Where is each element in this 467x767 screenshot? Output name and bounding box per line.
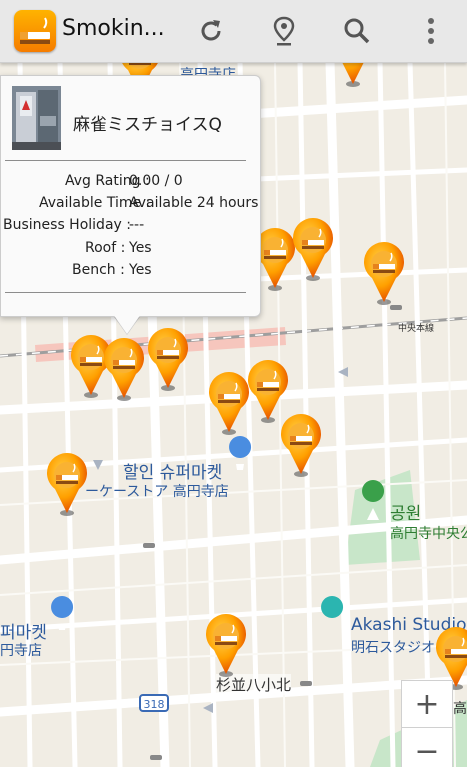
popup-arrow — [113, 314, 141, 334]
roof-label: Roof : — [85, 240, 126, 256]
search-icon — [344, 18, 370, 44]
store-label-ko: 할인 슈퍼마켓 — [123, 463, 223, 483]
zoom-out-button[interactable]: − — [401, 727, 453, 767]
my-location-button[interactable] — [265, 12, 303, 50]
zoom-in-button[interactable]: + — [401, 680, 453, 728]
refresh-button[interactable] — [192, 12, 230, 50]
place-thumbnail — [12, 86, 61, 150]
store-label-ja: ーケーストア 高円寺店 — [85, 484, 229, 500]
park-label-ko: 공원 — [390, 504, 422, 524]
smoking-area-pin[interactable] — [291, 218, 335, 282]
place-name: 麻雀ミスチョイスQ — [73, 115, 222, 135]
park-label-ja: 高円寺中央公 — [390, 526, 467, 542]
search-button[interactable] — [338, 12, 376, 50]
app-title: Smokin... — [62, 16, 165, 41]
place-info-popup[interactable]: 麻雀ミスチョイスQ Avg Rating : 0.00 / 0 Availabl… — [0, 75, 261, 317]
location-pin-icon — [273, 16, 295, 46]
popup-divider-top — [5, 160, 246, 161]
right-partial-label: 高 — [453, 701, 467, 717]
studio-label-ja: 明石スタジオ — [351, 640, 435, 656]
mart-label-ja: 円寺店 — [0, 643, 42, 659]
smoking-area-pin[interactable] — [207, 372, 251, 436]
refresh-icon — [201, 20, 221, 41]
available-time-value: Available 24 hours — [129, 195, 259, 211]
svg-text:318: 318 — [144, 698, 165, 711]
bench-value: Yes — [129, 262, 152, 278]
cigarette-app-icon — [14, 10, 56, 52]
smoking-area-pin[interactable] — [204, 614, 248, 678]
business-holiday-label: Business Holiday : — [3, 217, 131, 233]
popup-divider-bottom — [5, 292, 246, 293]
bench-label: Bench : — [72, 262, 125, 278]
business-holiday-value: --- — [129, 217, 145, 233]
avg-rating-value: 0.00 / 0 — [129, 173, 183, 189]
smoking-area-pin[interactable] — [279, 414, 323, 478]
rail-label: 中央本線 — [398, 324, 435, 334]
roof-value: Yes — [129, 240, 152, 256]
smoking-area-pin[interactable] — [102, 338, 146, 402]
smoking-area-pin[interactable] — [362, 242, 406, 306]
smoking-area-pin[interactable] — [331, 62, 375, 88]
overflow-menu-button[interactable] — [412, 12, 450, 50]
smoking-area-pin[interactable] — [45, 453, 89, 517]
overflow-menu-icon — [428, 18, 434, 44]
app-bar: Smokin... — [0, 0, 467, 63]
smoking-area-pin[interactable] — [146, 328, 190, 392]
